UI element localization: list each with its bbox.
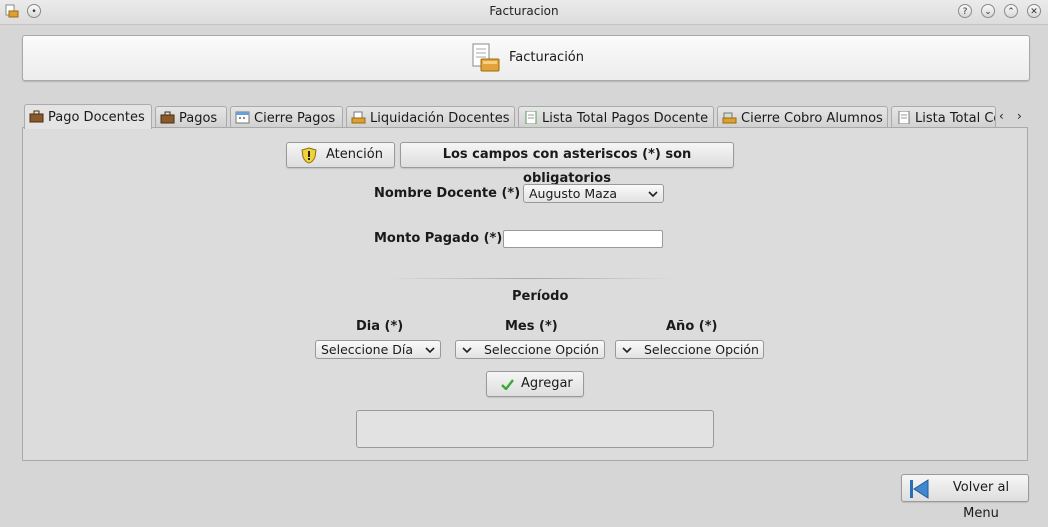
billing-icon (472, 43, 500, 72)
chevron-down-icon (622, 347, 632, 354)
periodo-heading: Período (512, 289, 569, 304)
help-button[interactable]: ? (958, 4, 972, 18)
tab-cierre-cobro-alumnos[interactable]: Cierre Cobro Alumnos (717, 106, 888, 128)
shield-warning-icon (301, 147, 317, 164)
docente-select[interactable]: Augusto Maza (523, 184, 664, 203)
message-box (356, 410, 714, 448)
header-banner: Facturación (22, 35, 1030, 81)
tab-label: Lista Total Cobro Alumnos (915, 111, 995, 126)
mes-label: Mes (*) (505, 319, 558, 334)
tab-pagos[interactable]: Pagos (155, 106, 227, 128)
back-to-menu-button[interactable]: Volver al Menu (901, 474, 1029, 521)
tab-label: Pagos (179, 111, 218, 126)
divider (385, 278, 675, 279)
tab-bar: Pago Docentes Pagos Cierre Pagos Liquida… (22, 104, 1022, 129)
close-button[interactable]: ✕ (1027, 4, 1041, 18)
tab-lista-total-cobro-alumnos[interactable]: Lista Total Cobro Alumnos (891, 106, 996, 128)
briefcase-icon (160, 111, 175, 124)
monto-label: Monto Pagado (*) (374, 231, 503, 246)
anio-label: Año (*) (666, 319, 718, 334)
check-icon (501, 379, 514, 390)
anio-select[interactable]: Seleccione Opción (615, 340, 764, 359)
monto-input[interactable] (503, 230, 663, 248)
dia-value: Seleccione Día (321, 342, 413, 357)
chevron-down-icon (462, 347, 472, 354)
dia-label: Dia (*) (356, 319, 404, 334)
tab-label: Liquidación Docentes (370, 111, 510, 126)
anio-value: Seleccione Opción (644, 342, 759, 357)
docente-label: Nombre Docente (*) (374, 186, 521, 201)
mes-value: Seleccione Opción (484, 342, 599, 357)
chevron-down-icon (648, 191, 658, 198)
tab-label: Cierre Cobro Alumnos (741, 111, 883, 126)
document-icon (898, 111, 910, 124)
dia-select[interactable]: Seleccione Día (315, 340, 441, 359)
add-button[interactable]: Agregar (486, 371, 584, 397)
window-title: Facturacion (489, 4, 559, 18)
skip-back-icon (910, 479, 929, 499)
docente-value: Augusto Maza (529, 186, 618, 201)
chevron-down-icon (425, 347, 435, 354)
attention-button[interactable]: Atención (286, 142, 395, 168)
back-to-menu-label: Volver al Menu (952, 480, 1010, 521)
maximize-button[interactable]: ⌃ (1004, 4, 1018, 18)
tab-liquidacion-docentes[interactable]: Liquidación Docentes (346, 106, 515, 128)
tab-label: Lista Total Pagos Docente (542, 111, 709, 126)
mes-select[interactable]: Seleccione Opción (455, 340, 605, 359)
add-label: Agregar (521, 376, 573, 391)
printer-icon (351, 111, 366, 124)
tab-pago-docentes[interactable]: Pago Docentes (24, 104, 152, 129)
tab-content-panel: Atención Los campos con asteriscos (*) s… (22, 127, 1028, 461)
window-titlebar: • Facturacion ? ⌄ ⌃ ✕ (0, 0, 1048, 25)
tab-label: Cierre Pagos (254, 111, 336, 126)
tab-cierre-pagos[interactable]: Cierre Pagos (230, 106, 343, 128)
attention-label: Atención (326, 147, 383, 162)
briefcase-icon (29, 110, 44, 123)
required-fields-notice: Los campos con asteriscos (*) son obliga… (400, 142, 734, 186)
page-title: Facturación (509, 50, 584, 65)
tab-lista-total-pagos-docente[interactable]: Lista Total Pagos Docente (518, 106, 714, 128)
tab-label: Pago Docentes (48, 110, 145, 125)
calendar-icon (235, 111, 250, 124)
cash-register-icon (722, 112, 737, 124)
tab-scroll-right-icon[interactable]: › (1017, 109, 1022, 123)
document-icon (525, 111, 537, 124)
tab-scroll-left-icon[interactable]: ‹ (999, 109, 1004, 123)
minimize-button[interactable]: ⌄ (981, 4, 995, 18)
